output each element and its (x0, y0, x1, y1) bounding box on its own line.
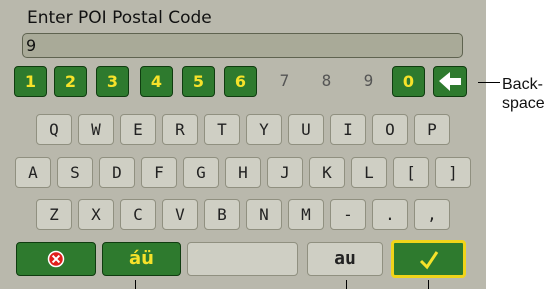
space-button[interactable] (187, 242, 298, 276)
key-0[interactable]: 0 (392, 66, 425, 97)
key-x[interactable]: X (78, 199, 114, 230)
key-right-bracket[interactable]: ] (435, 157, 471, 188)
key-i[interactable]: I (330, 114, 366, 145)
backspace-button[interactable] (433, 66, 467, 97)
cancel-circle-icon (47, 250, 65, 268)
key-c[interactable]: C (120, 199, 156, 230)
key-t[interactable]: T (204, 114, 240, 145)
ok-callout-line (428, 280, 429, 289)
key-u[interactable]: U (288, 114, 324, 145)
key-b[interactable]: B (204, 199, 240, 230)
key-j[interactable]: J (267, 157, 303, 188)
key-m[interactable]: M (288, 199, 324, 230)
key-comma[interactable]: , (414, 199, 450, 230)
key-d[interactable]: D (99, 157, 135, 188)
key-o[interactable]: O (372, 114, 408, 145)
key-4[interactable]: 4 (140, 66, 173, 97)
abc-button[interactable]: au (307, 242, 383, 276)
accents-button[interactable]: áü (102, 242, 181, 276)
field-label: Enter POI Postal Code (27, 8, 212, 28)
key-2[interactable]: 2 (54, 66, 87, 97)
left-arrow-icon (439, 72, 461, 91)
key-v[interactable]: V (162, 199, 198, 230)
accents-callout-line (135, 280, 136, 289)
checkmark-icon (419, 251, 438, 270)
backspace-callout-line (478, 82, 500, 83)
key-7[interactable]: 7 (268, 66, 301, 97)
poi-entry-screen: Enter POI Postal Code 9 1 2 3 4 5 6 7 8 … (0, 0, 486, 289)
key-9[interactable]: 9 (352, 66, 385, 97)
key-l[interactable]: L (351, 157, 387, 188)
key-p[interactable]: P (414, 114, 450, 145)
key-w[interactable]: W (78, 114, 114, 145)
key-g[interactable]: G (183, 157, 219, 188)
key-6[interactable]: 6 (224, 66, 257, 97)
key-8[interactable]: 8 (310, 66, 343, 97)
key-f[interactable]: F (141, 157, 177, 188)
key-e[interactable]: E (120, 114, 156, 145)
key-q[interactable]: Q (36, 114, 72, 145)
key-h[interactable]: H (225, 157, 261, 188)
key-hyphen[interactable]: - (330, 199, 366, 230)
key-k[interactable]: K (309, 157, 345, 188)
abc-callout-line (346, 280, 347, 289)
cancel-button[interactable] (16, 242, 96, 276)
key-n[interactable]: N (246, 199, 282, 230)
key-y[interactable]: Y (246, 114, 282, 145)
key-5[interactable]: 5 (182, 66, 215, 97)
key-1[interactable]: 1 (14, 66, 47, 97)
key-period[interactable]: . (372, 199, 408, 230)
key-r[interactable]: R (162, 114, 198, 145)
key-a[interactable]: A (15, 157, 51, 188)
postal-code-input[interactable]: 9 (22, 33, 463, 58)
backspace-callout-label: Back- space (502, 76, 545, 112)
key-left-bracket[interactable]: [ (393, 157, 429, 188)
key-s[interactable]: S (57, 157, 93, 188)
key-3[interactable]: 3 (96, 66, 129, 97)
key-z[interactable]: Z (36, 199, 72, 230)
ok-button[interactable] (391, 240, 466, 278)
